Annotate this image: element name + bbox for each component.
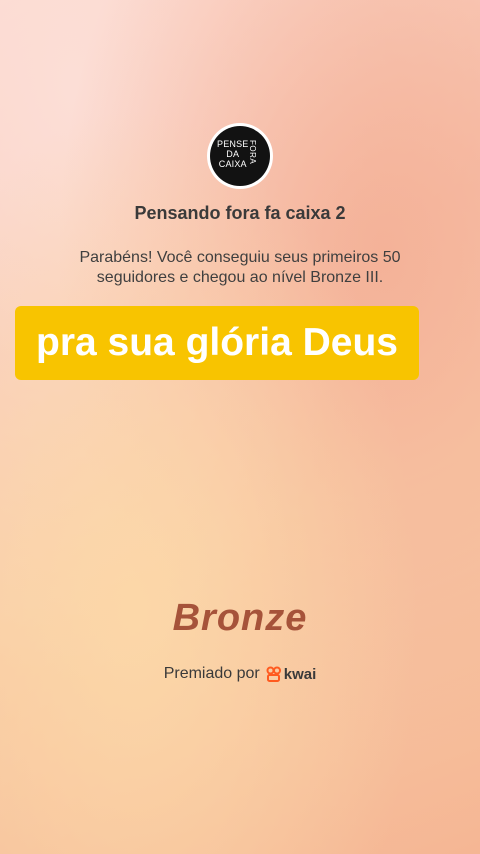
logo-line-3: CAIXA [218,159,247,169]
avatar-logo: PENSE DA CAIXA FORA [210,126,270,186]
channel-avatar[interactable]: PENSE DA CAIXA FORA [207,123,273,189]
awarded-by: Premiado por kwai [0,665,480,683]
channel-title: Pensando fora fa caixa 2 [134,203,346,223]
kwai-brand-name: kwai [283,665,317,683]
logo-side-text: FORA [248,140,257,165]
kwai-logo-icon [266,666,281,682]
highlight-text: pra sua glória Deus [36,321,398,364]
avatar-logo-text: PENSE DA CAIXA [217,139,249,169]
logo-line-1: PENSE [217,139,249,149]
congrats-message: Parabéns! Você conseguiu seus primeiros … [79,249,401,286]
level-name: Bronze [172,597,308,639]
logo-line-2: DA [226,149,240,159]
highlight-banner: pra sua glória Deus [15,306,419,380]
awarded-by-label: Premiado por [163,665,260,682]
kwai-brand[interactable]: kwai [266,665,317,683]
